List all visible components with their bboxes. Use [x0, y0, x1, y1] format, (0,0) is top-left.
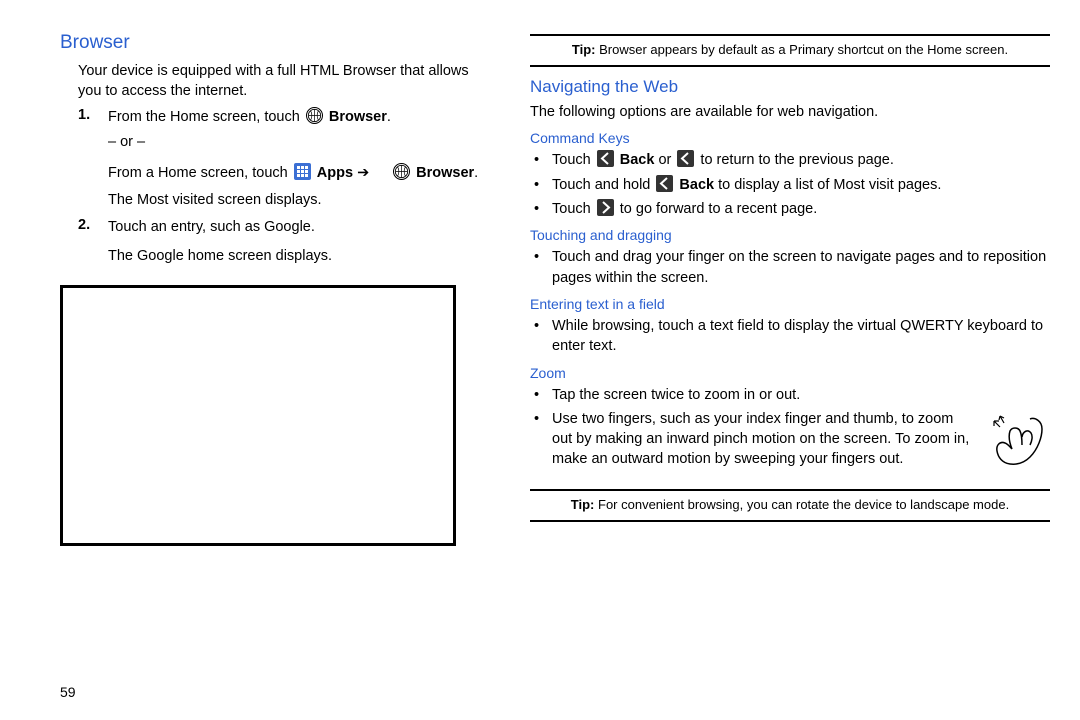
step-1-line-1: From the Home screen, touch Browser.	[108, 107, 490, 128]
step-1-number: 1.	[78, 107, 108, 211]
browser-globe-icon	[306, 107, 323, 124]
step-1: 1. From the Home screen, touch Browser. …	[78, 107, 490, 211]
step-2: 2. Touch an entry, such as Google. The G…	[78, 217, 490, 267]
section-heading-browser: Browser	[60, 32, 490, 54]
back-arrow-icon	[597, 150, 614, 167]
browser-globe-icon-2	[393, 163, 410, 180]
heading-command-keys: Command Keys	[530, 130, 1050, 146]
zoom-bullet-1: • Tap the screen twice to zoom in or out…	[530, 385, 1050, 405]
text-bullet-1: • While browsing, touch a text field to …	[530, 316, 1050, 357]
screenshot-placeholder	[60, 285, 456, 546]
pinch-hand-icon	[980, 409, 1050, 479]
heading-zoom: Zoom	[530, 365, 1050, 381]
heading-navigating: Navigating the Web	[530, 77, 1050, 97]
step-1-line-2: From a Home screen, touch Apps ➔ Browser…	[108, 163, 490, 184]
right-column: Tip: Browser appears by default as a Pri…	[530, 30, 1050, 546]
apps-grid-icon	[294, 163, 311, 180]
left-column: Browser Your device is equipped with a f…	[60, 30, 490, 546]
cmd-bullet-2: • Touch and hold Back to display a list …	[530, 175, 1050, 195]
tip-box-1: Tip: Browser appears by default as a Pri…	[530, 34, 1050, 67]
back-arrow-icon-2	[677, 150, 694, 167]
zoom-bullet-2: • Use two fingers, such as your index fi…	[530, 409, 1050, 479]
nav-intro: The following options are available for …	[530, 103, 1050, 123]
step-2-number: 2.	[78, 217, 108, 267]
heading-touching-dragging: Touching and dragging	[530, 227, 1050, 243]
forward-arrow-icon	[597, 199, 614, 216]
cmd-bullet-1: • Touch Back or to return to the previou…	[530, 150, 1050, 170]
step-2-line-2: The Google home screen displays.	[108, 246, 490, 267]
tip-box-2: Tip: For convenient browsing, you can ro…	[530, 489, 1050, 522]
cmd-bullet-3: • Touch to go forward to a recent page.	[530, 199, 1050, 219]
step-1-line-3: The Most visited screen displays.	[108, 190, 490, 211]
intro-text: Your device is equipped with a full HTML…	[78, 62, 490, 101]
drag-bullet-1: • Touch and drag your finger on the scre…	[530, 247, 1050, 288]
heading-entering-text: Entering text in a field	[530, 296, 1050, 312]
step-2-line-1: Touch an entry, such as Google.	[108, 217, 490, 238]
page-number: 59	[60, 684, 76, 700]
back-arrow-icon-3	[656, 175, 673, 192]
step-1-or: – or –	[108, 132, 490, 153]
